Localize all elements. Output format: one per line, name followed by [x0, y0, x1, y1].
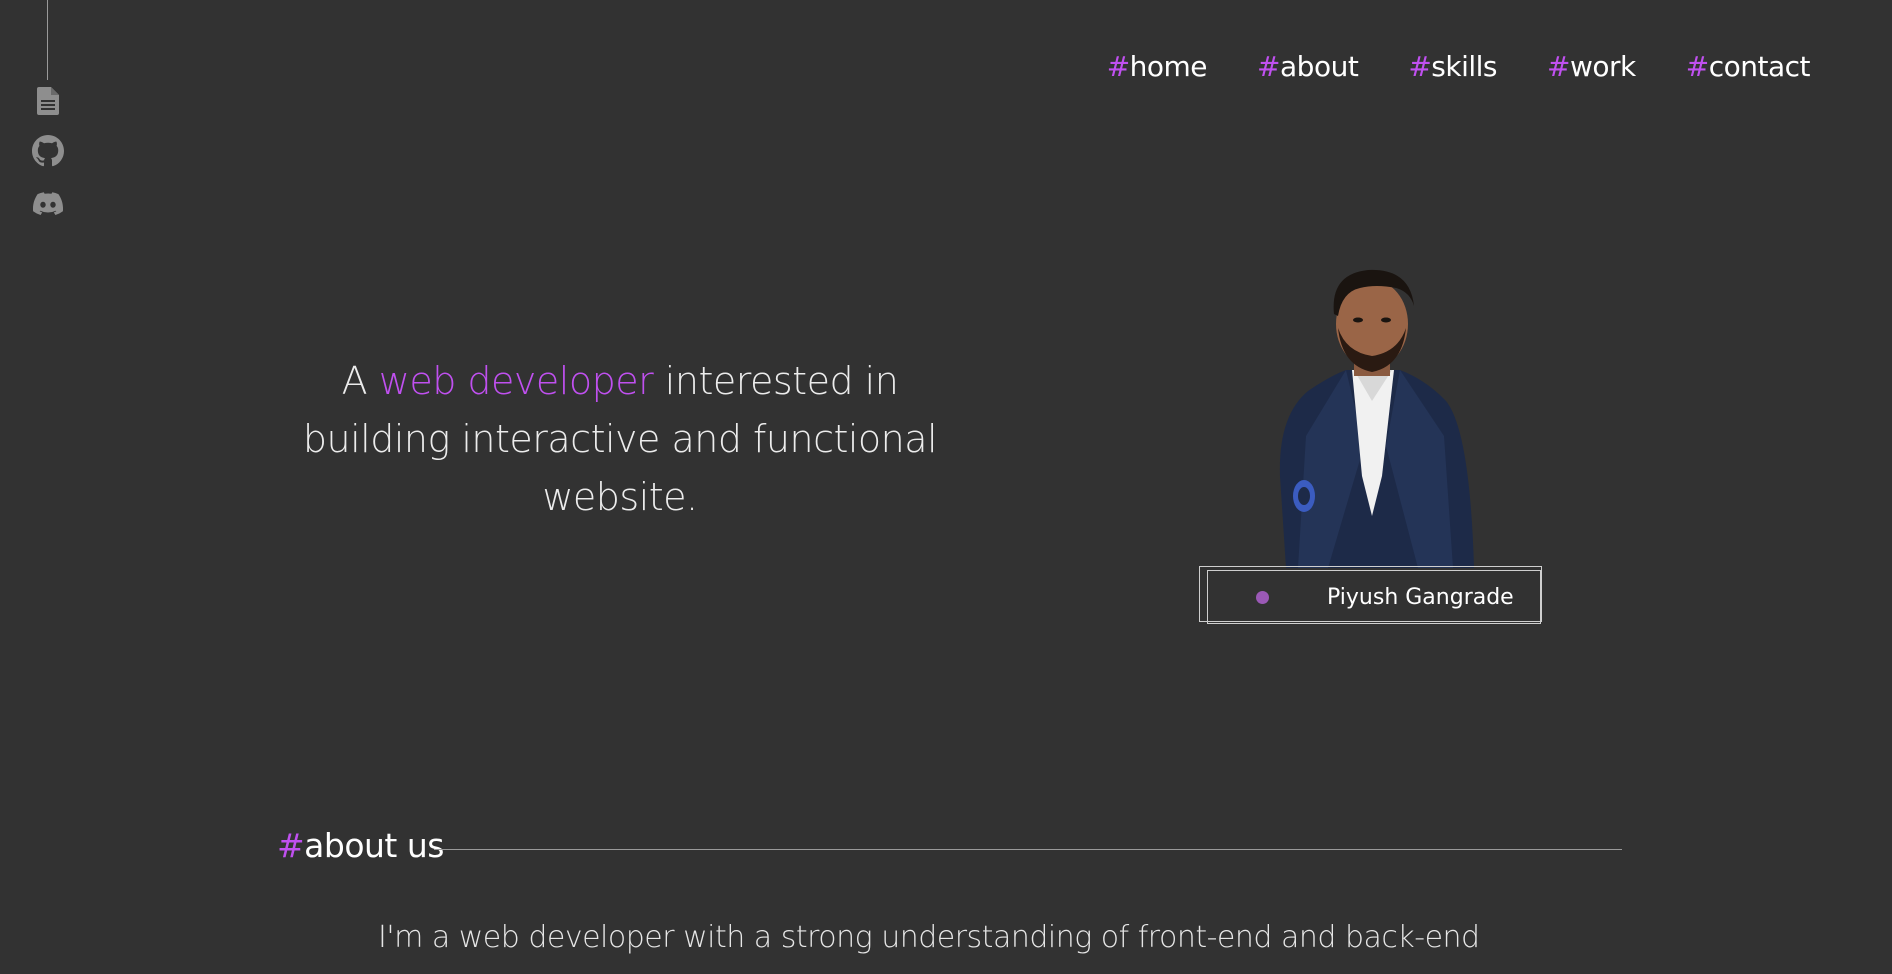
main-nav: #home #about #skills #work #contact — [1106, 50, 1811, 83]
nav-label: contact — [1708, 50, 1811, 83]
nav-hash: # — [1547, 50, 1570, 83]
nav-label: about — [1280, 50, 1359, 83]
about-heading: #about us — [277, 826, 444, 865]
section-divider — [434, 849, 1622, 850]
nav-label: home — [1129, 50, 1208, 83]
github-icon — [32, 135, 64, 167]
discord-icon — [33, 192, 63, 216]
nav-label: work — [1569, 50, 1636, 83]
document-icon — [37, 87, 59, 115]
about-title: about us — [304, 826, 444, 865]
hero-prefix: A — [341, 359, 379, 403]
nav-hash: # — [1685, 50, 1709, 83]
nav-about[interactable]: #about — [1257, 50, 1359, 83]
nav-skills[interactable]: #skills — [1408, 50, 1497, 83]
nav-hash: # — [1257, 50, 1281, 83]
resume-link[interactable] — [32, 85, 64, 117]
nav-hash: # — [1408, 50, 1432, 83]
github-link[interactable] — [32, 135, 64, 167]
nav-label: skills — [1431, 50, 1498, 83]
social-rail-line — [47, 0, 48, 80]
nav-home[interactable]: #home — [1106, 50, 1208, 83]
about-hash: # — [277, 826, 305, 865]
status-dot — [1256, 590, 1269, 604]
profile-name: Piyush Gangrade — [1327, 584, 1514, 610]
name-card: Piyush Gangrade — [1207, 570, 1541, 624]
nav-hash: # — [1106, 50, 1130, 83]
nav-work[interactable]: #work — [1547, 50, 1636, 83]
hero-accent: web developer — [378, 359, 654, 403]
hero-tagline: A web developer interested in building i… — [300, 352, 940, 526]
profile-photo — [1279, 269, 1474, 568]
discord-link[interactable] — [32, 188, 64, 220]
about-body: I'm a web developer with a strong unders… — [378, 920, 1480, 955]
nav-contact[interactable]: #contact — [1685, 50, 1811, 83]
